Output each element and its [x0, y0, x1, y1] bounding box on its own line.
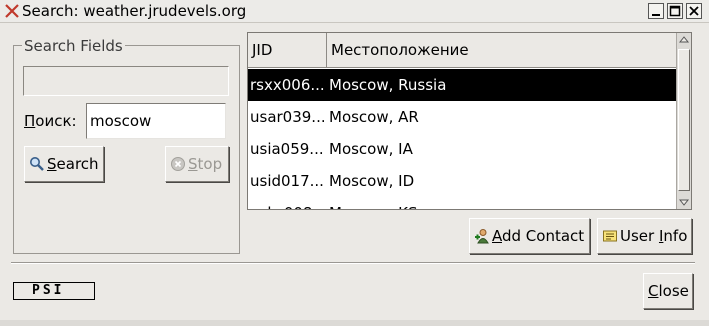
background-strip — [0, 320, 709, 326]
add-contact-icon — [474, 228, 490, 244]
user-info-label: User Info — [620, 227, 688, 245]
cell-location: Moscow, KS — [329, 197, 418, 209]
bottom-separator — [11, 262, 695, 264]
stop-button[interactable]: Stop — [165, 146, 229, 182]
scroll-up-arrow-icon[interactable] — [677, 33, 691, 47]
psi-logo: PSI — [13, 282, 95, 300]
search-instructions-area — [23, 66, 229, 96]
cell-jid: usar039... — [250, 108, 324, 126]
table-row[interactable]: usar039... Moscow, AR — [248, 101, 677, 133]
title-bar: Search: weather.jrudevels.org — [0, 0, 709, 23]
table-row[interactable]: usks008... Moscow, KS — [248, 197, 677, 209]
cell-location: Moscow, IA — [329, 140, 413, 158]
vcard-icon — [602, 228, 618, 244]
psi-logo-text: PSI — [32, 283, 65, 298]
cell-location: Moscow, AR — [329, 108, 419, 126]
table-header: JID Местоположение — [248, 33, 677, 68]
vertical-scrollbar[interactable] — [676, 33, 691, 209]
user-info-button[interactable]: User Info — [597, 218, 692, 254]
cell-jid: usks008... — [250, 197, 324, 209]
table-row[interactable]: usid017... Moscow, ID — [248, 165, 677, 197]
search-button-label: Search — [47, 155, 99, 173]
column-header-location[interactable]: Местоположение — [327, 33, 677, 68]
minimize-button[interactable] — [648, 3, 664, 19]
search-input[interactable] — [86, 103, 226, 139]
scroll-down-arrow-icon[interactable] — [677, 195, 691, 209]
magnifier-icon — [29, 156, 45, 172]
maximize-button[interactable] — [667, 3, 683, 19]
window-title: Search: weather.jrudevels.org — [22, 2, 247, 20]
table-row[interactable]: usia059... Moscow, IA — [248, 133, 677, 165]
column-header-jid[interactable]: JID — [248, 33, 327, 68]
cell-jid: usia059... — [250, 140, 324, 158]
search-label: Поиск: — [24, 112, 77, 130]
stop-icon — [170, 156, 186, 172]
cell-jid: rsxx006... — [250, 76, 324, 94]
cell-location: Moscow, Russia — [329, 76, 447, 94]
search-button[interactable]: Search — [24, 146, 104, 182]
cell-jid: usid017... — [250, 172, 324, 190]
results-table[interactable]: JID Местоположение rsxx006... Moscow, Rus… — [247, 32, 692, 210]
cell-location: Moscow, ID — [329, 172, 415, 190]
add-contact-label: Add Contact — [492, 227, 585, 245]
app-x-icon — [4, 3, 20, 19]
add-contact-button[interactable]: Add Contact — [469, 218, 590, 254]
close-button[interactable]: Close — [643, 273, 693, 309]
search-fields-legend: Search Fields — [22, 37, 125, 55]
table-row[interactable]: rsxx006... Moscow, Russia — [248, 69, 677, 101]
close-button-label: Close — [648, 282, 689, 300]
close-window-button[interactable] — [686, 3, 702, 19]
stop-button-label: Stop — [188, 155, 223, 173]
scrollbar-thumb[interactable] — [678, 49, 690, 191]
